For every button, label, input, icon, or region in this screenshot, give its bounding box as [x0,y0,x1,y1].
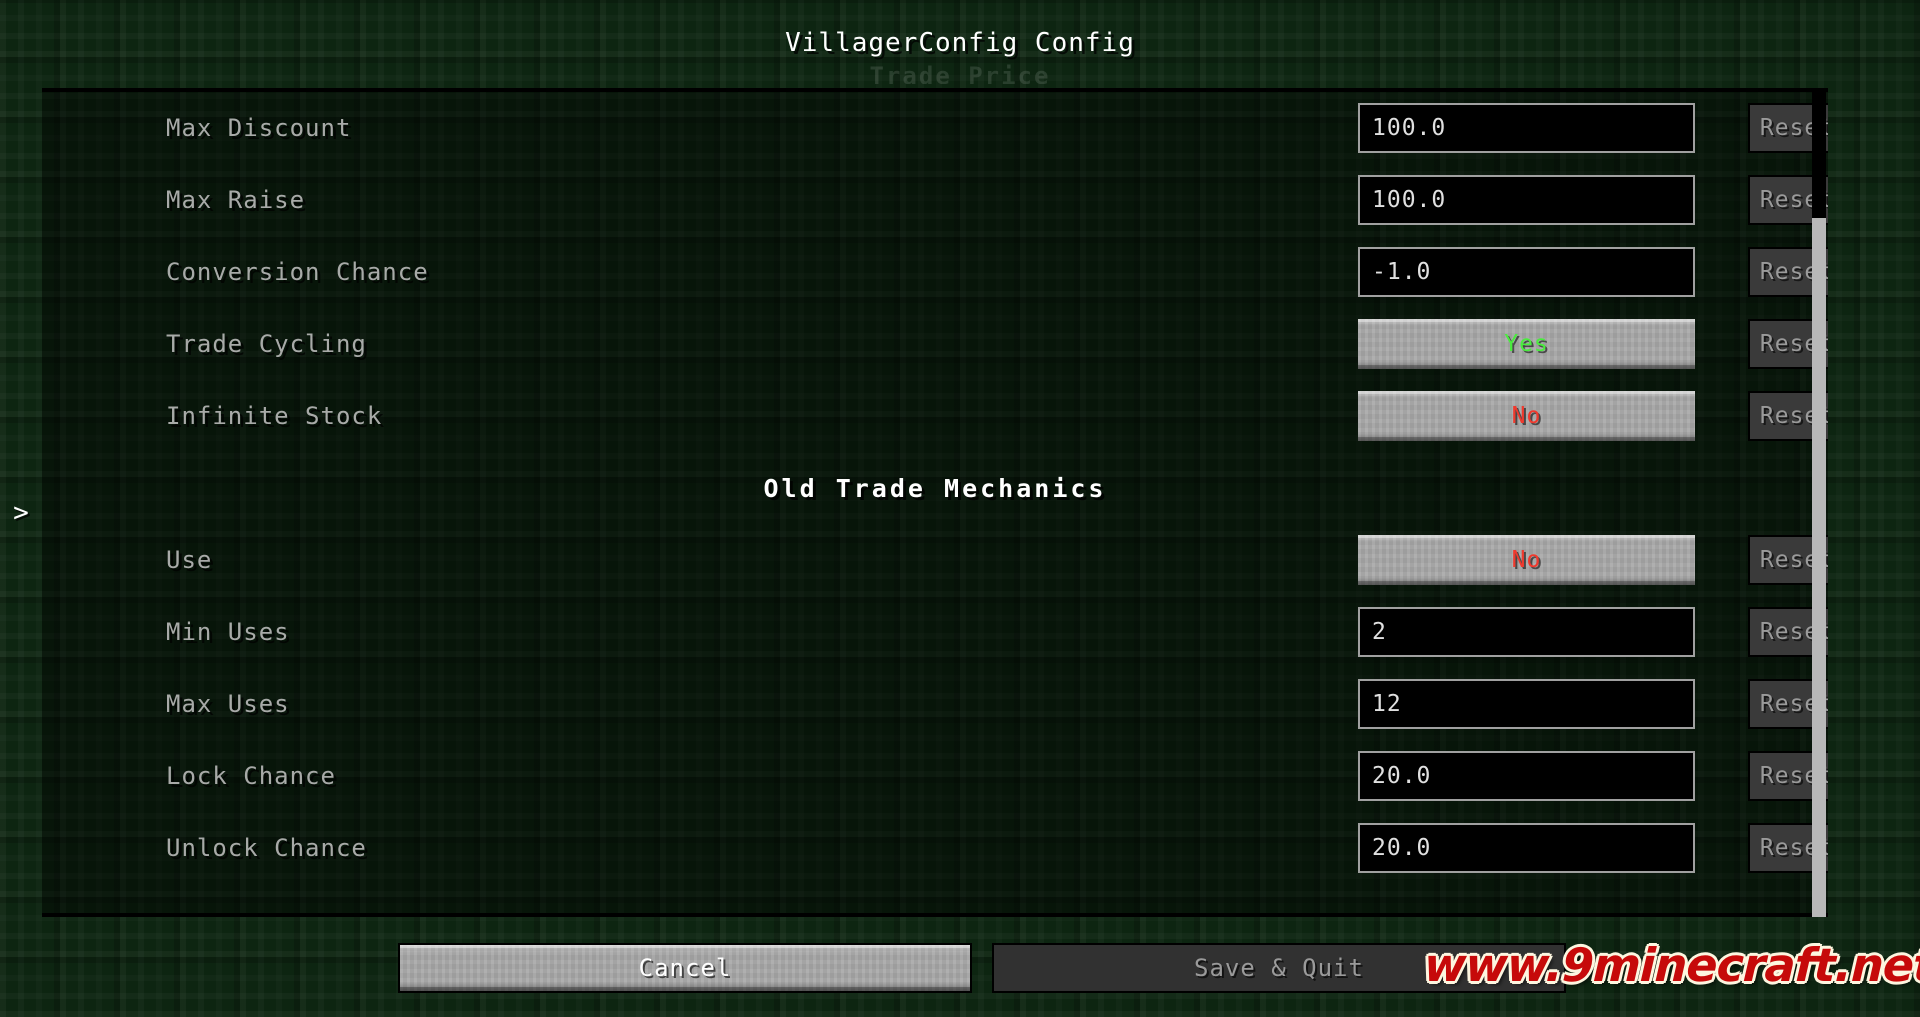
config-row-control: No [1358,391,1695,441]
config-row-label: Trade Cycling [166,330,367,358]
config-row: Min Uses 2 Reset [42,596,1828,668]
config-row-control: 2 [1358,607,1695,657]
config-row: Infinite Stock No Reset [42,380,1828,452]
config-row-control: 20.0 [1358,823,1695,873]
config-row-control: No [1358,535,1695,585]
section-header-label: Old Trade Mechanics [763,473,1107,503]
value-input[interactable]: 2 [1358,607,1695,657]
toggle-button[interactable]: No [1358,535,1695,585]
scrollbar-thumb[interactable] [1812,218,1826,917]
config-row-control: 100.0 [1358,175,1695,225]
config-row-label: Use [166,546,213,574]
config-scroll-panel: Max Discount 100.0 Reset Max Raise 100.0 Rese… [42,88,1828,917]
config-row: Use No Reset [42,524,1828,596]
config-row: Max Raise 100.0 Reset [42,164,1828,236]
config-row-label: Max Raise [166,186,306,214]
config-row-label: Min Uses [166,618,290,646]
value-input[interactable]: 20.0 [1358,823,1695,873]
value-input[interactable]: 100.0 [1358,103,1695,153]
cancel-button[interactable]: Cancel [398,943,972,993]
page-title: VillagerConfig Config [785,28,1135,58]
scrollbar-track[interactable] [1812,88,1826,917]
config-row-control: 20.0 [1358,751,1695,801]
clipped-section-header: Trade Price [869,62,1051,84]
site-watermark: www.9minecraft.net [1423,938,1920,992]
config-row: Unlock Chance 20.0 Reset [42,812,1828,884]
config-row: Trade Cycling Yes Reset [42,308,1828,380]
chevron-right-icon[interactable]: > [10,498,32,528]
config-row: Max Discount 100.0 Reset [42,92,1828,164]
config-row-list: Max Discount 100.0 Reset Max Raise 100.0 Rese… [42,92,1828,884]
value-input[interactable]: 100.0 [1358,175,1695,225]
config-row-control: 100.0 [1358,103,1695,153]
toggle-button[interactable]: Yes [1358,319,1695,369]
config-row-control: Yes [1358,319,1695,369]
value-input[interactable]: -1.0 [1358,247,1695,297]
minecraft-config-screen: VillagerConfig Config Trade Price > Max … [0,0,1920,1017]
config-row-label: Max Uses [166,690,290,718]
config-row-label: Conversion Chance [166,258,429,286]
config-row-label: Infinite Stock [166,402,383,430]
toggle-button[interactable]: No [1358,391,1695,441]
config-row-label: Lock Chance [166,762,336,790]
config-row: Conversion Chance -1.0 Reset [42,236,1828,308]
config-row-label: Max Discount [166,114,352,142]
config-row-label: Unlock Chance [166,834,367,862]
config-row: Max Uses 12 Reset [42,668,1828,740]
config-row: Lock Chance 20.0 Reset [42,740,1828,812]
config-row-control: -1.0 [1358,247,1695,297]
value-input[interactable]: 12 [1358,679,1695,729]
value-input[interactable]: 20.0 [1358,751,1695,801]
config-row-control: 12 [1358,679,1695,729]
section-header: Old Trade Mechanics [42,452,1828,524]
